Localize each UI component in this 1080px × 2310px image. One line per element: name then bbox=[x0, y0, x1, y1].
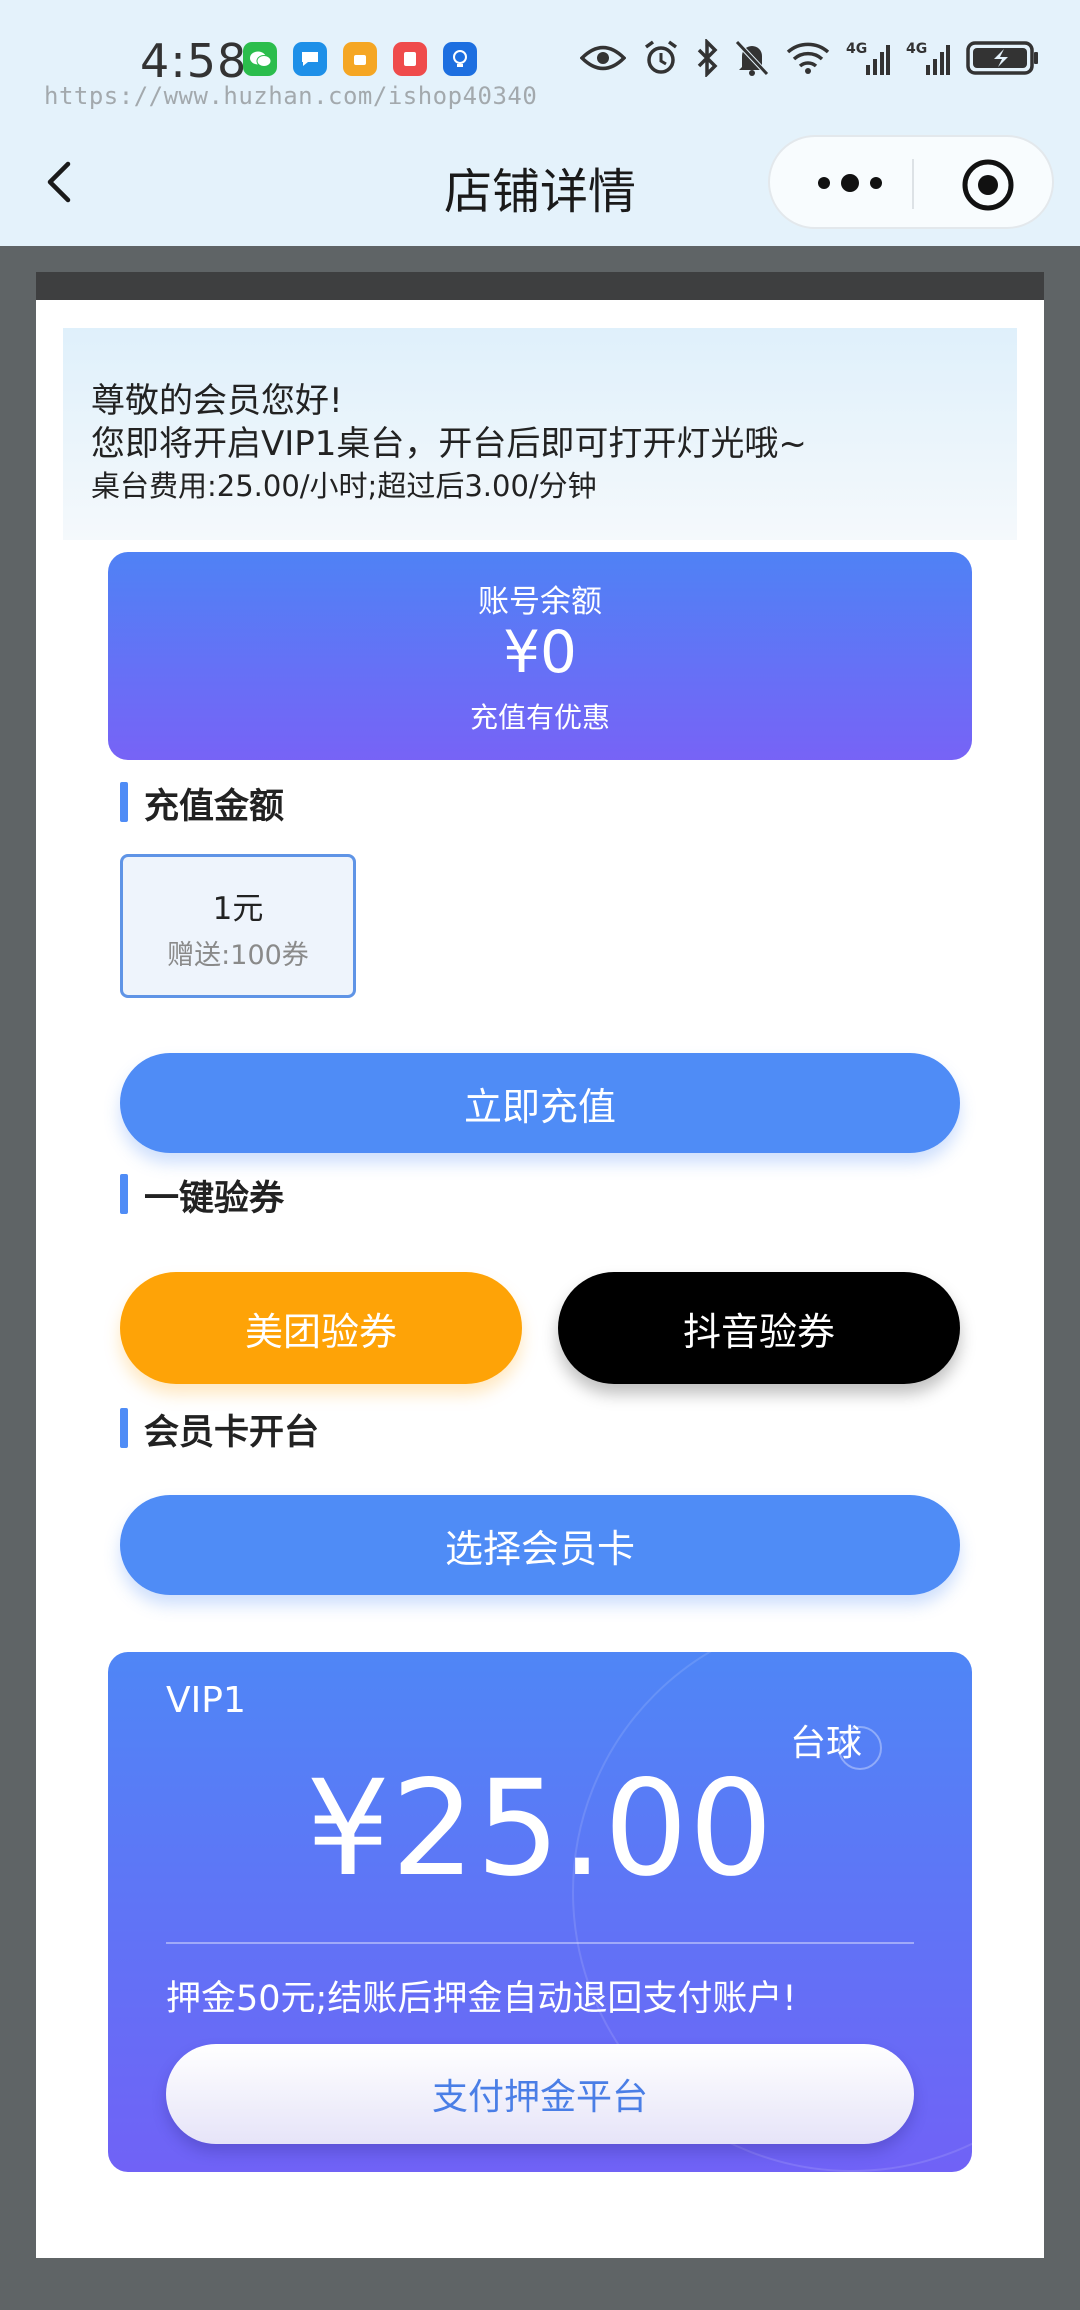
battery-charging-icon bbox=[966, 38, 1040, 78]
signal-4g-icon: 4G bbox=[846, 38, 890, 78]
mini-program-capsule bbox=[768, 135, 1054, 229]
douyin-coupon-button[interactable]: 抖音验券 bbox=[558, 1272, 960, 1384]
orange-app-icon bbox=[343, 42, 377, 76]
svg-text:4G: 4G bbox=[846, 41, 867, 57]
svg-text:4G: 4G bbox=[906, 41, 927, 57]
member-card-section-title: 会员卡开台 bbox=[120, 1404, 319, 1455]
balance-subtitle: 充值有优惠 bbox=[469, 701, 610, 734]
more-button[interactable] bbox=[810, 163, 890, 203]
pay-deposit-button[interactable]: 支付押金平台 bbox=[166, 2044, 914, 2144]
signal-4g-icon: 4G bbox=[906, 38, 950, 78]
table-price: ¥25.00 bbox=[306, 1752, 774, 1906]
capsule-divider bbox=[912, 159, 914, 209]
top-bar: 4:58 https://www.huzhan.com/ishop40340 4… bbox=[0, 0, 1080, 246]
alarm-icon bbox=[642, 38, 680, 78]
table-price-card: VIP1 台球 ¥25.00 押金50元;结账后押金自动退回支付账户! 支付押金… bbox=[108, 1652, 972, 2172]
notice-box: 尊敬的会员您好! 您即将开启VIP1桌台，开台后即可打开灯光哦~ 桌台费用:25… bbox=[63, 328, 1017, 540]
target-close-icon bbox=[962, 159, 1014, 211]
divider bbox=[166, 1942, 914, 1944]
notice-fee: 桌台费用:25.00/小时;超过后3.00/分钟 bbox=[91, 469, 597, 503]
deposit-note: 押金50元;结账后押金自动退回支付账户! bbox=[166, 1979, 797, 2019]
notification-icons bbox=[243, 42, 477, 76]
recharge-option-gift: 赠送:100券 bbox=[167, 940, 309, 971]
recharge-option-amount: 1元 bbox=[212, 891, 264, 927]
close-mini-program-button[interactable] bbox=[960, 157, 1016, 213]
watermark-url: https://www.huzhan.com/ishop40340 bbox=[44, 82, 538, 110]
select-member-card-button[interactable]: 选择会员卡 bbox=[120, 1495, 960, 1595]
wechat-icon bbox=[243, 42, 277, 76]
nav-bar: 店铺详情 bbox=[0, 120, 1080, 246]
balance-label: 账号余额 bbox=[478, 584, 602, 620]
status-bar: 4:58 https://www.huzhan.com/ishop40340 4… bbox=[0, 28, 1080, 110]
recharge-option[interactable]: 1元 赠送:100券 bbox=[120, 854, 356, 998]
red-app-icon bbox=[393, 42, 427, 76]
table-name: VIP1 bbox=[166, 1680, 246, 1721]
open-table-modal: 尊敬的会员您好! 您即将开启VIP1桌台，开台后即可打开灯光哦~ 桌台费用:25… bbox=[36, 300, 1044, 2258]
eye-icon bbox=[580, 38, 626, 78]
status-time: 4:58 bbox=[140, 34, 248, 88]
system-icons: 4G 4G bbox=[580, 38, 1040, 78]
bluetooth-icon bbox=[696, 38, 718, 78]
recharge-section-title: 充值金额 bbox=[120, 778, 284, 829]
notice-message: 您即将开启VIP1桌台，开台后即可打开灯光哦~ bbox=[91, 424, 807, 464]
message-icon bbox=[293, 42, 327, 76]
recharge-now-button[interactable]: 立即充值 bbox=[120, 1053, 960, 1153]
wifi-icon bbox=[786, 38, 830, 78]
balance-card: 账号余额 ¥0 充值有优惠 bbox=[108, 552, 972, 760]
mute-icon bbox=[734, 38, 770, 78]
balance-amount: ¥0 bbox=[503, 618, 577, 686]
more-dots-icon bbox=[818, 174, 882, 192]
coupon-section-title: 一键验券 bbox=[120, 1170, 284, 1221]
meituan-coupon-button[interactable]: 美团验券 bbox=[120, 1272, 522, 1384]
bulb-app-icon bbox=[443, 42, 477, 76]
notice-greeting: 尊敬的会员您好! bbox=[91, 381, 343, 421]
